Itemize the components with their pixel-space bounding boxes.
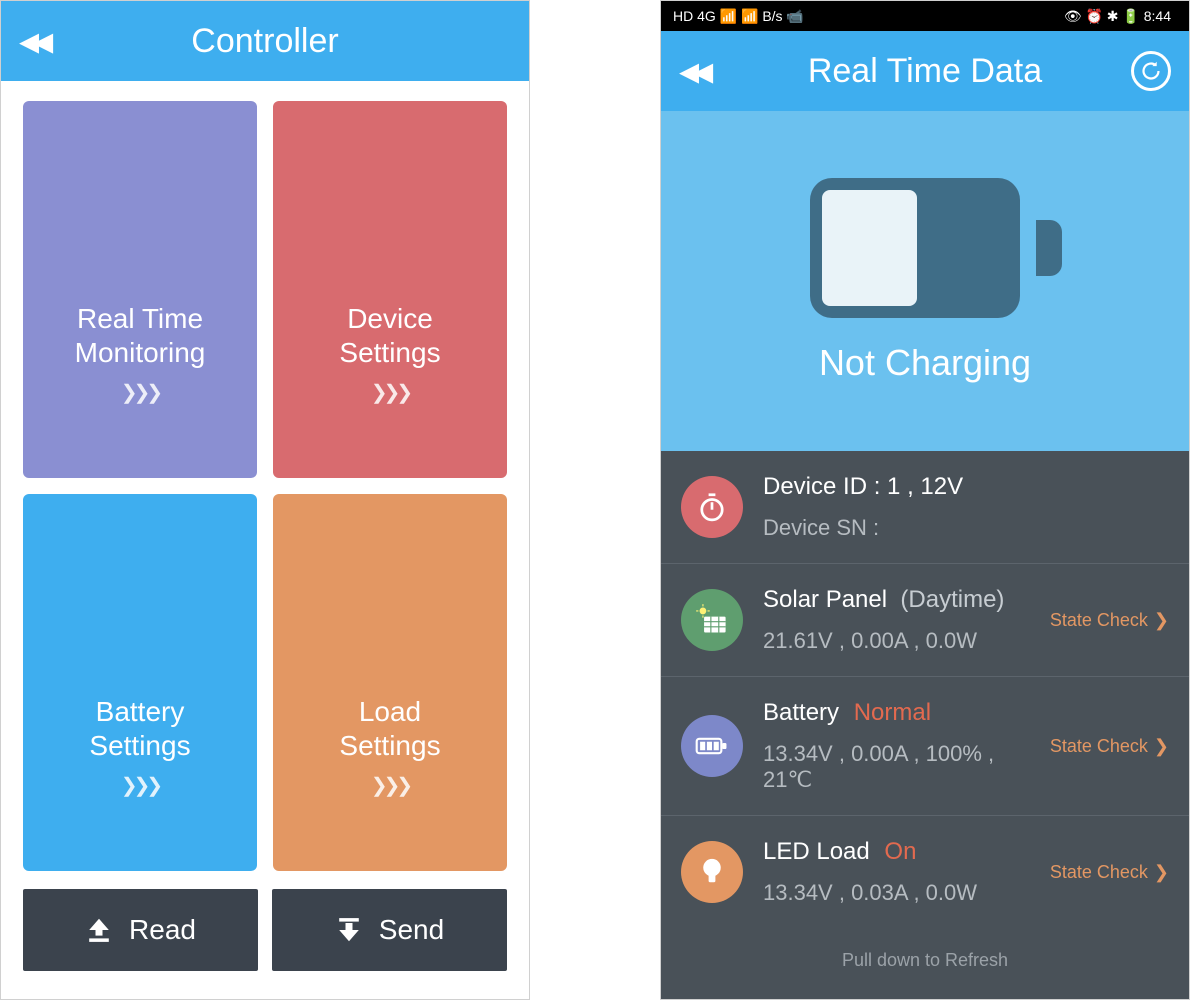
realtime-screen: HD 4G 📶 📶 B/s 📹 👁 ⏰ ✱ 🔋 8:44 ◂◂ Real Tim… (660, 0, 1190, 1000)
row-led-load: LED Load On 13.34V , 0.03A , 0.0W State … (661, 816, 1189, 928)
chevrons-icon: ❯❯❯ (121, 773, 159, 798)
battery-hero: Not Charging (661, 111, 1189, 451)
android-status-bar: HD 4G 📶 📶 B/s 📹 👁 ⏰ ✱ 🔋 8:44 (661, 1, 1189, 31)
navbar-realtime: ◂◂ Real Time Data (661, 31, 1189, 111)
controller-grid: Real Time Monitoring ❯❯❯ Device Settings… (1, 81, 529, 881)
solar-state-check-link[interactable]: State Check❯ (1042, 610, 1169, 631)
load-title-line: LED Load On (763, 838, 1042, 866)
back-button[interactable]: ◂◂ (661, 48, 725, 94)
chevrons-icon: ❯❯❯ (121, 380, 159, 405)
bottom-bar: Read Send (1, 881, 529, 991)
chevrons-icon: ❯❯❯ (371, 773, 409, 798)
load-state-check-link[interactable]: State Check❯ (1042, 862, 1169, 883)
pull-to-refresh-hint: Pull down to Refresh (661, 928, 1189, 1000)
battery-icon (681, 715, 743, 777)
tile-real-time-monitoring[interactable]: Real Time Monitoring ❯❯❯ (23, 101, 257, 478)
stopwatch-icon (681, 476, 743, 538)
battery-title-line: Battery Normal (763, 699, 1042, 727)
tile-label: Load Settings (339, 695, 440, 762)
controller-screen: ◂◂ Controller Real Time Monitoring ❯❯❯ (0, 0, 530, 1000)
row-device: Device ID : 1 , 12V Device SN : (661, 451, 1189, 564)
statusbar-left: HD 4G 📶 📶 B/s 📹 (673, 8, 810, 25)
read-label: Read (129, 914, 196, 946)
battery-state-check-link[interactable]: State Check❯ (1042, 736, 1169, 757)
chevrons-icon: ❯❯❯ (371, 380, 409, 405)
big-battery-icon (810, 178, 1040, 318)
back-button[interactable]: ◂◂ (1, 18, 65, 64)
page-title: Controller (1, 22, 529, 61)
row-battery: Battery Normal 13.34V , 0.00A , 100% , 2… (661, 677, 1189, 816)
page-title: Real Time Data (661, 52, 1189, 91)
tile-load-settings[interactable]: Load Settings ❯❯❯ (273, 494, 507, 871)
send-button[interactable]: Send (272, 889, 507, 971)
solar-values: 21.61V , 0.00A , 0.0W (763, 628, 1042, 654)
chevron-right-icon: ❯ (1154, 610, 1169, 631)
download-icon (335, 916, 363, 944)
device-id-line: Device ID : 1 , 12V (763, 473, 1169, 501)
row-solar: Solar Panel (Daytime) 21.61V , 0.00A , 0… (661, 564, 1189, 677)
statusbar-right: 👁 ⏰ ✱ 🔋 8:44 (1064, 8, 1177, 25)
chevron-right-icon: ❯ (1154, 736, 1169, 757)
data-rows: Device ID : 1 , 12V Device SN : (661, 451, 1189, 1000)
solar-panel-icon (681, 589, 743, 651)
device-sn-line: Device SN : (763, 515, 1169, 541)
chevron-right-icon: ❯ (1154, 862, 1169, 883)
battery-values: 13.34V , 0.00A , 100% , 21℃ (763, 741, 1042, 793)
navbar-controller: ◂◂ Controller (1, 1, 529, 81)
tile-device-settings[interactable]: Device Settings ❯❯❯ (273, 101, 507, 478)
refresh-button[interactable] (1131, 51, 1171, 91)
solar-title-line: Solar Panel (Daytime) (763, 586, 1042, 614)
bulb-icon (681, 841, 743, 903)
load-values: 13.34V , 0.03A , 0.0W (763, 880, 1042, 906)
tile-label: Real Time Monitoring (75, 302, 206, 369)
tile-label: Battery Settings (89, 695, 190, 762)
tile-label: Device Settings (339, 302, 440, 369)
refresh-icon (1140, 60, 1162, 82)
read-button[interactable]: Read (23, 889, 258, 971)
send-label: Send (379, 914, 444, 946)
upload-icon (85, 916, 113, 944)
tile-battery-settings[interactable]: Battery Settings ❯❯❯ (23, 494, 257, 871)
charging-status: Not Charging (819, 342, 1031, 384)
